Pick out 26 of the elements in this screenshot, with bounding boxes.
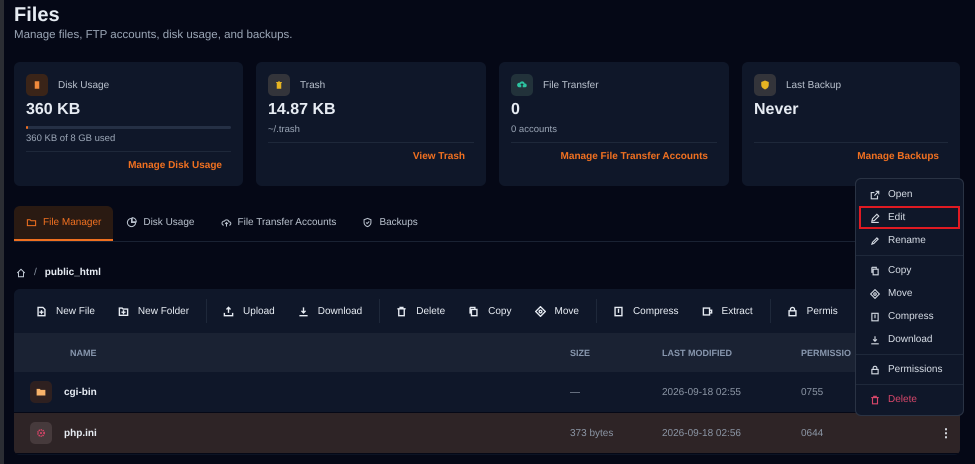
card-detail: ~/.trash: [268, 124, 301, 136]
card-detail: 360 KB of 8 GB used: [26, 133, 116, 145]
page-subtitle: Manage files, FTP accounts, disk usage, and backups.: [14, 29, 294, 41]
page-title: Files: [14, 3, 61, 27]
column-header: SIZE: [570, 348, 592, 358]
breadcrumb-separator: /: [34, 267, 37, 278]
card-label: Last Backup: [786, 80, 842, 90]
modified-date: 2026-09-18 02:55: [662, 386, 742, 398]
permissions-value: 0644: [801, 428, 824, 438]
file-name: php.ini: [64, 428, 98, 438]
file-size: 373 bytes: [570, 428, 614, 438]
card-label: File Transfer: [543, 80, 599, 90]
card-value: 0: [511, 100, 521, 120]
card-detail: 0 accounts: [511, 124, 558, 136]
file-size: —: [570, 386, 581, 398]
card-value: 360 KB: [26, 100, 82, 120]
column-header: PERMISSIO: [801, 348, 852, 358]
card-label: Disk Usage: [58, 80, 110, 90]
column-header: NAME: [69, 348, 98, 358]
file-name: cgi-bin: [64, 386, 98, 398]
card-value: 14.87 KB: [268, 100, 337, 120]
column-header: LAST MODIFIED: [662, 348, 733, 358]
card-label: Trash: [300, 80, 326, 90]
card-value: Never: [754, 100, 800, 120]
permissions-value: 0755: [801, 386, 824, 398]
modified-date: 2026-09-18 02:56: [662, 428, 742, 438]
